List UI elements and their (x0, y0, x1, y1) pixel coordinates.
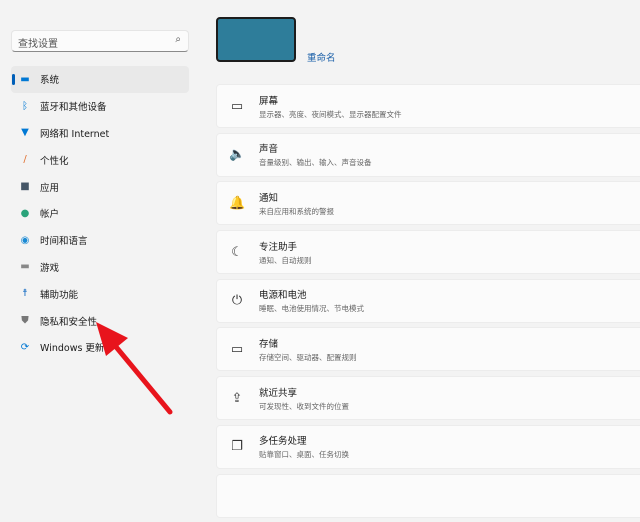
settings-card[interactable] (216, 473, 640, 518)
gamepad-icon: ▬ (20, 261, 30, 273)
sidebar-item[interactable]: ◉ 时间和语言 (11, 227, 189, 254)
card-title: 就近共享 (259, 387, 298, 399)
person-icon: ● (20, 207, 30, 219)
sidebar-item-label: 游戏 (40, 262, 60, 274)
card-subtitle: 显示器、亮度、夜间模式、显示器配置文件 (259, 109, 402, 119)
sidebar-item[interactable]: ⛊ 隐私和安全性 (11, 307, 189, 334)
monitor-icon: ▬ (20, 73, 30, 85)
card-title: 专注助手 (259, 241, 298, 253)
bluetooth-icon: ᛒ (22, 100, 28, 112)
sidebar-item-label: 网络和 Internet (40, 128, 110, 140)
sidebar-item-label: 应用 (40, 182, 60, 194)
search-icon: ⌕ (175, 34, 181, 45)
sidebar-nav: ▬ 系统 ᛒ 蓝牙和其他设备 ▼ 网络和 Internet / 个性化 ■ 应用 ● 帐户 ◉ 时间和语言… (11, 66, 189, 361)
bell-icon: 🔔 (229, 195, 246, 211)
card-title: 屏幕 (259, 95, 279, 107)
update-icon: ⟳ (20, 341, 30, 353)
settings-card[interactable]: 🔔 通知来自应用和系统的警报 (216, 181, 640, 226)
settings-card[interactable]: ⏻ 电源和电池睡眠、电池使用情况、节电模式 (216, 278, 640, 323)
brush-icon: / (23, 154, 27, 166)
search-placeholder: 查找设置 (18, 39, 58, 50)
speaker-icon: 🔈 (229, 147, 246, 163)
sidebar-item[interactable]: ▼ 网络和 Internet (11, 120, 189, 147)
settings-card[interactable]: 🔈 声音音量级别、输出、输入、声音设备 (216, 132, 640, 177)
settings-list: ▭ 屏幕显示器、亮度、夜间模式、显示器配置文件 🔈 声音音量级别、输出、输入、声音设备… (216, 84, 640, 522)
card-title: 声音 (259, 144, 279, 156)
sidebar-item[interactable]: ▬ 游戏 (11, 254, 189, 281)
shield-icon: ⛊ (21, 315, 29, 327)
card-title: 存储 (259, 338, 279, 350)
sidebar-item-label: 帐户 (40, 209, 60, 221)
apps-icon: ■ (20, 181, 30, 193)
settings-card[interactable]: ❐ 多任务处理贴靠窗口、桌面、任务切换 (216, 424, 640, 469)
device-image (216, 17, 296, 62)
card-title: 电源和电池 (259, 290, 307, 302)
card-subtitle: 存储空间、驱动器、配置规则 (259, 352, 357, 362)
sidebar-item-label: 时间和语言 (40, 236, 88, 248)
card-subtitle: 可发现性、收到文件的位置 (259, 401, 349, 411)
sidebar-item[interactable]: ☨ 辅助功能 (11, 280, 189, 307)
sidebar-item[interactable]: ● 帐户 (11, 200, 189, 227)
multitask-icon: ❐ (231, 439, 243, 455)
wifi-icon: ▼ (21, 127, 29, 139)
card-title: 多任务处理 (259, 436, 307, 448)
card-subtitle: 音量级别、输出、输入、声音设备 (259, 158, 372, 168)
sidebar-item-label: 辅助功能 (40, 289, 79, 301)
settings-card[interactable]: ☾ 专注助手通知、自动规则 (216, 230, 640, 275)
globe-icon: ◉ (20, 234, 30, 246)
settings-card[interactable]: ▭ 存储存储空间、驱动器、配置规则 (216, 327, 640, 372)
card-subtitle: 贴靠窗口、桌面、任务切换 (259, 450, 349, 460)
settings-card[interactable]: ▭ 屏幕显示器、亮度、夜间模式、显示器配置文件 (216, 84, 640, 128)
settings-card[interactable]: ⇪ 就近共享可发现性、收到文件的位置 (216, 376, 640, 421)
sidebar-item[interactable]: ⟳ Windows 更新 (11, 334, 189, 361)
sidebar-item[interactable]: ■ 应用 (11, 173, 189, 200)
sidebar-item[interactable]: ▬ 系统 (11, 66, 189, 93)
power-icon: ⏻ (231, 293, 243, 309)
laptop-icon: ▭ (230, 98, 244, 114)
moon-icon: ☾ (231, 244, 243, 260)
rename-link[interactable]: 重命名 (307, 50, 336, 64)
sidebar-item[interactable]: / 个性化 (11, 146, 189, 173)
search-input[interactable]: 查找设置 ⌕ (11, 30, 189, 52)
sidebar-item-label: 个性化 (40, 155, 69, 167)
card-subtitle: 通知、自动规则 (259, 255, 312, 265)
sidebar-item[interactable]: ᛒ 蓝牙和其他设备 (11, 93, 189, 120)
accessibility-icon: ☨ (22, 288, 28, 300)
sidebar-item-label: Windows 更新 (40, 343, 105, 355)
sidebar-item-label: 隐私和安全性 (40, 316, 98, 328)
card-subtitle: 来自应用和系统的警报 (259, 206, 334, 216)
sidebar-item-label: 蓝牙和其他设备 (40, 102, 107, 114)
storage-icon: ▭ (230, 341, 244, 357)
card-subtitle: 睡眠、电池使用情况、节电模式 (259, 304, 364, 314)
sidebar-item-label: 系统 (40, 75, 60, 87)
card-title: 通知 (259, 192, 279, 204)
share-icon: ⇪ (231, 390, 243, 406)
